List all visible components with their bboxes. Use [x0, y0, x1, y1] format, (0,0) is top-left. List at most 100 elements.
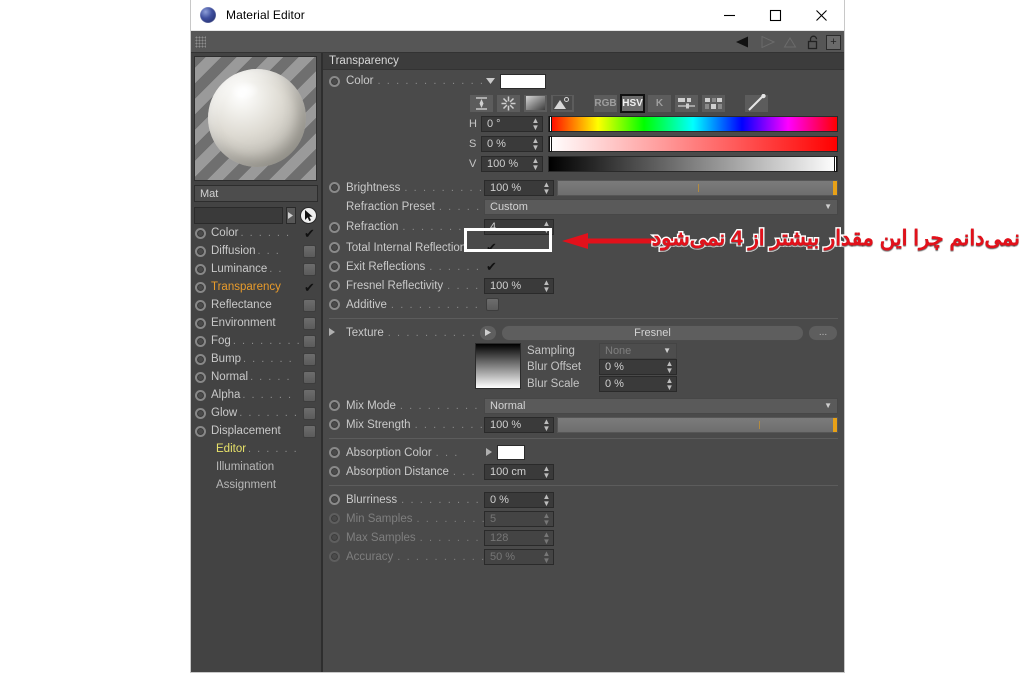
brightness-radio[interactable]	[329, 182, 340, 193]
subpage-item-assignment[interactable]: Assignment	[194, 476, 318, 494]
color-channel-radio[interactable]	[329, 75, 340, 87]
back-arrow-icon[interactable]	[734, 33, 754, 51]
hsv-h-input[interactable]: 0 ° ▲ ▼	[481, 116, 543, 132]
absorption-distance-radio[interactable]	[329, 466, 340, 477]
hsv-cursor[interactable]	[834, 156, 837, 172]
drag-grip-icon[interactable]	[195, 35, 206, 48]
channel-radio[interactable]	[195, 299, 206, 311]
channel-radio[interactable]	[195, 263, 206, 275]
spinner-icon[interactable]: ▲ ▼	[542, 278, 551, 293]
brightness-input[interactable]: 100 % ▲ ▼	[484, 179, 554, 196]
spinner-icon[interactable]: ▲ ▼	[531, 117, 540, 132]
exit-reflections-checkbox[interactable]: ✔	[486, 260, 497, 273]
channel-checkbox[interactable]: ✔	[302, 281, 317, 294]
hsv-cursor[interactable]	[549, 116, 552, 132]
exit-reflections-radio[interactable]	[329, 261, 340, 272]
range-icon[interactable]	[469, 93, 494, 113]
pointer-arrow-icon[interactable]	[299, 206, 318, 224]
mix-strength-radio[interactable]	[329, 419, 340, 430]
blur-offset-input[interactable]: 0 % ▲ ▼	[599, 358, 677, 375]
channel-radio[interactable]	[195, 317, 206, 329]
hsv-v-bar[interactable]	[548, 156, 838, 172]
refraction-input[interactable]: 4 ▲ ▼	[484, 219, 554, 235]
blur-scale-input[interactable]: 0 % ▲ ▼	[599, 375, 677, 392]
hsv-mode[interactable]: HSV	[620, 93, 645, 113]
channel-item-fog[interactable]: Fog. . . . . . . .	[194, 332, 318, 350]
color-wheel-icon[interactable]	[496, 93, 521, 113]
lock-open-icon[interactable]	[803, 33, 823, 51]
channel-checkbox[interactable]	[303, 262, 316, 276]
mix-strength-input[interactable]: 100 % ▲ ▼	[484, 416, 554, 433]
swatches-icon[interactable]	[701, 93, 726, 113]
channel-radio[interactable]	[195, 425, 206, 437]
channel-checkbox[interactable]	[303, 406, 316, 420]
search-input[interactable]	[194, 206, 283, 224]
channel-item-bump[interactable]: Bump. . . . . .	[194, 350, 318, 368]
mix-mode-select[interactable]: Normal ▼	[484, 397, 838, 414]
sliders-icon[interactable]	[674, 93, 699, 113]
up-arrow-icon[interactable]	[780, 33, 800, 51]
channel-item-luminance[interactable]: Luminance. .	[194, 260, 318, 278]
channel-checkbox[interactable]	[303, 334, 316, 348]
color-swatch[interactable]	[500, 73, 546, 89]
brightness-slider[interactable]	[557, 179, 838, 196]
eyedropper-icon[interactable]	[744, 93, 769, 113]
texture-browse-button[interactable]: ...	[808, 324, 838, 341]
tir-checkbox[interactable]: ✔	[486, 241, 497, 254]
hsv-s-bar[interactable]	[548, 136, 838, 152]
rgb-mode[interactable]: RGB	[593, 93, 618, 113]
hsv-v-input[interactable]: 100 % ▲ ▼	[481, 156, 543, 172]
refraction-radio[interactable]	[329, 221, 340, 233]
texture-play-button[interactable]	[479, 324, 497, 341]
spinner-icon[interactable]: ▲ ▼	[542, 492, 551, 507]
gradient-icon[interactable]	[523, 93, 548, 113]
additive-checkbox[interactable]	[486, 298, 499, 311]
image-icon[interactable]	[550, 93, 575, 113]
subpage-item-illumination[interactable]: Illumination	[194, 458, 318, 476]
spinner-icon[interactable]: ▲ ▼	[531, 137, 540, 152]
absorption-color-swatch[interactable]	[497, 445, 525, 460]
chevron-down-icon[interactable]	[486, 77, 495, 86]
channel-radio[interactable]	[195, 353, 206, 365]
slider-knob[interactable]	[833, 417, 837, 432]
channel-radio[interactable]	[195, 281, 206, 293]
spinner-icon[interactable]: ▲ ▼	[531, 157, 540, 172]
spinner-icon[interactable]: ▲ ▼	[542, 464, 551, 479]
material-preview[interactable]	[194, 56, 317, 181]
hsv-cursor[interactable]	[549, 136, 552, 152]
channel-checkbox[interactable]	[303, 316, 316, 330]
channel-checkbox[interactable]	[303, 298, 316, 312]
hsv-s-input[interactable]: 0 % ▲ ▼	[481, 136, 543, 152]
channel-item-normal[interactable]: Normal. . . . .	[194, 368, 318, 386]
spinner-icon[interactable]: ▲ ▼	[542, 417, 551, 432]
kelvin-mode[interactable]: K	[647, 93, 672, 113]
forward-arrow-icon[interactable]	[757, 33, 777, 51]
texture-name-button[interactable]: Fresnel	[501, 324, 804, 341]
slider-knob[interactable]	[833, 180, 837, 195]
mix-mode-radio[interactable]	[329, 400, 340, 411]
close-button[interactable]	[798, 0, 844, 31]
spinner-icon[interactable]: ▲ ▼	[665, 359, 674, 374]
channel-checkbox[interactable]	[303, 424, 316, 438]
blurriness-input[interactable]: 0 % ▲ ▼	[484, 491, 554, 508]
channel-checkbox[interactable]	[303, 244, 316, 258]
channel-radio[interactable]	[195, 371, 206, 383]
channel-checkbox[interactable]	[303, 370, 316, 384]
spinner-icon[interactable]: ▲ ▼	[542, 180, 551, 195]
channel-item-alpha[interactable]: Alpha. . . . . .	[194, 386, 318, 404]
fresnel-input[interactable]: 100 % ▲ ▼	[484, 277, 554, 294]
channel-checkbox[interactable]	[303, 352, 316, 366]
absorption-distance-input[interactable]: 100 cm ▲ ▼	[484, 463, 554, 480]
spinner-icon[interactable]: ▲ ▼	[665, 376, 674, 391]
channel-item-environment[interactable]: Environment	[194, 314, 318, 332]
fresnel-radio[interactable]	[329, 280, 340, 291]
texture-thumbnail[interactable]	[475, 343, 521, 389]
minimize-button[interactable]	[706, 0, 752, 31]
channel-item-transparency[interactable]: Transparency ✔	[194, 278, 318, 296]
tir-radio[interactable]	[329, 242, 340, 253]
hsv-h-bar[interactable]	[548, 116, 838, 132]
additive-radio[interactable]	[329, 299, 340, 310]
channel-item-displacement[interactable]: Displacement	[194, 422, 318, 440]
channel-radio[interactable]	[195, 245, 206, 257]
triangle-right-icon[interactable]	[329, 327, 340, 338]
